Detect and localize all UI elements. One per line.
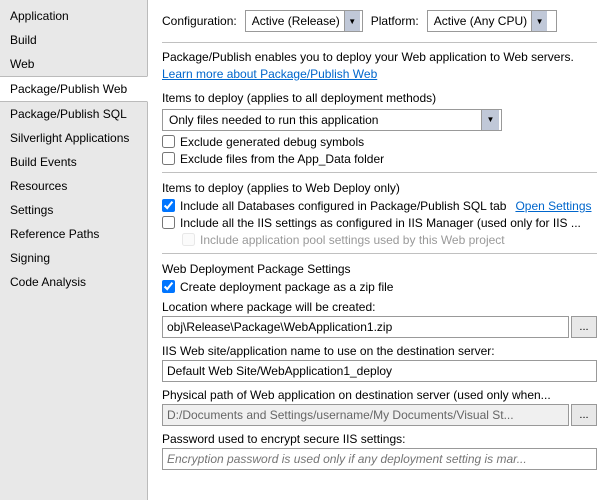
checkbox-include-databases[interactable]: Include all Databases configured in Pack… [162,199,597,213]
iis-input[interactable] [162,360,597,382]
sidebar-item-application[interactable]: Application [0,4,147,28]
platform-value: Active (Any CPU) [434,14,527,28]
section3-header: Web Deployment Package Settings [162,262,597,276]
description-text: Package/Publish enables you to deploy yo… [162,50,574,64]
iis-input-row [162,360,597,382]
configuration-dropdown-arrow: ▼ [344,11,360,31]
checkbox-exclude-debug-label: Exclude generated debug symbols [180,135,364,149]
physical-browse-button[interactable]: ... [571,404,597,426]
section3-separator [162,253,597,254]
location-label: Location where package will be created: [162,300,597,314]
sidebar-item-build-events[interactable]: Build Events [0,150,147,174]
sidebar-item-code-analysis[interactable]: Code Analysis [0,270,147,294]
checkbox-include-apppool-label: Include application pool settings used b… [200,233,505,247]
section2-separator [162,172,597,173]
checkbox-exclude-debug[interactable]: Exclude generated debug symbols [162,135,597,149]
sidebar: Application Build Web Package/Publish We… [0,0,148,500]
sidebar-item-settings[interactable]: Settings [0,198,147,222]
sidebar-decoration [0,460,147,500]
checkbox-create-zip-label: Create deployment package as a zip file [180,280,393,294]
deploy-dropdown[interactable]: Only files needed to run this applicatio… [162,109,502,131]
platform-label: Platform: [371,14,419,28]
checkbox-create-zip[interactable]: Create deployment package as a zip file [162,280,597,294]
deploy-dropdown-arrow: ▼ [481,110,499,130]
password-input[interactable] [162,448,597,470]
sidebar-item-signing[interactable]: Signing [0,246,147,270]
sidebar-item-silverlight-applications[interactable]: Silverlight Applications [0,126,147,150]
checkbox-include-iis-label: Include all the IIS settings as configur… [180,216,581,230]
configuration-dropdown[interactable]: Active (Release) ▼ [245,10,363,32]
sidebar-item-reference-paths[interactable]: Reference Paths [0,222,147,246]
sidebar-item-package-publish-web[interactable]: Package/Publish Web [0,76,148,102]
main-content: Configuration: Active (Release) ▼ Platfo… [148,0,611,500]
section2-header: Items to deploy (applies to Web Deploy o… [162,181,597,195]
top-separator [162,42,597,43]
password-input-row [162,448,597,470]
checkbox-include-apppool: Include application pool settings used b… [162,233,597,247]
sidebar-item-resources[interactable]: Resources [0,174,147,198]
checkbox-exclude-debug-input[interactable] [162,135,175,148]
configuration-value: Active (Release) [252,14,340,28]
configuration-label: Configuration: [162,14,237,28]
checkbox-include-apppool-input [182,233,195,246]
sidebar-item-web[interactable]: Web [0,52,147,76]
deploy-dropdown-value: Only files needed to run this applicatio… [169,113,481,127]
checkbox-include-databases-input[interactable] [162,199,175,212]
open-settings-link[interactable]: Open Settings [515,199,591,213]
checkbox-include-iis[interactable]: Include all the IIS settings as configur… [162,216,597,230]
sidebar-item-package-publish-sql[interactable]: Package/Publish SQL [0,102,147,126]
location-browse-button[interactable]: ... [571,316,597,338]
location-input[interactable] [162,316,569,338]
location-input-row: ... [162,316,597,338]
checkbox-exclude-appdata-input[interactable] [162,152,175,165]
physical-label: Physical path of Web application on dest… [162,388,597,402]
config-bar: Configuration: Active (Release) ▼ Platfo… [162,10,597,32]
password-label: Password used to encrypt secure IIS sett… [162,432,597,446]
checkbox-create-zip-input[interactable] [162,280,175,293]
checkbox-exclude-appdata[interactable]: Exclude files from the App_Data folder [162,152,597,166]
checkbox-exclude-appdata-label: Exclude files from the App_Data folder [180,152,384,166]
platform-dropdown-arrow: ▼ [531,11,547,31]
checkbox-include-iis-input[interactable] [162,216,175,229]
physical-input-row: ... [162,404,597,426]
physical-input[interactable] [162,404,569,426]
iis-label: IIS Web site/application name to use on … [162,344,597,358]
checkbox-include-databases-label: Include all Databases configured in Pack… [180,199,506,213]
learn-more-link[interactable]: Learn more about Package/Publish Web [162,67,377,81]
section1-header: Items to deploy (applies to all deployme… [162,91,597,105]
platform-dropdown[interactable]: Active (Any CPU) ▼ [427,10,557,32]
description: Package/Publish enables you to deploy yo… [162,49,597,83]
sidebar-item-build[interactable]: Build [0,28,147,52]
